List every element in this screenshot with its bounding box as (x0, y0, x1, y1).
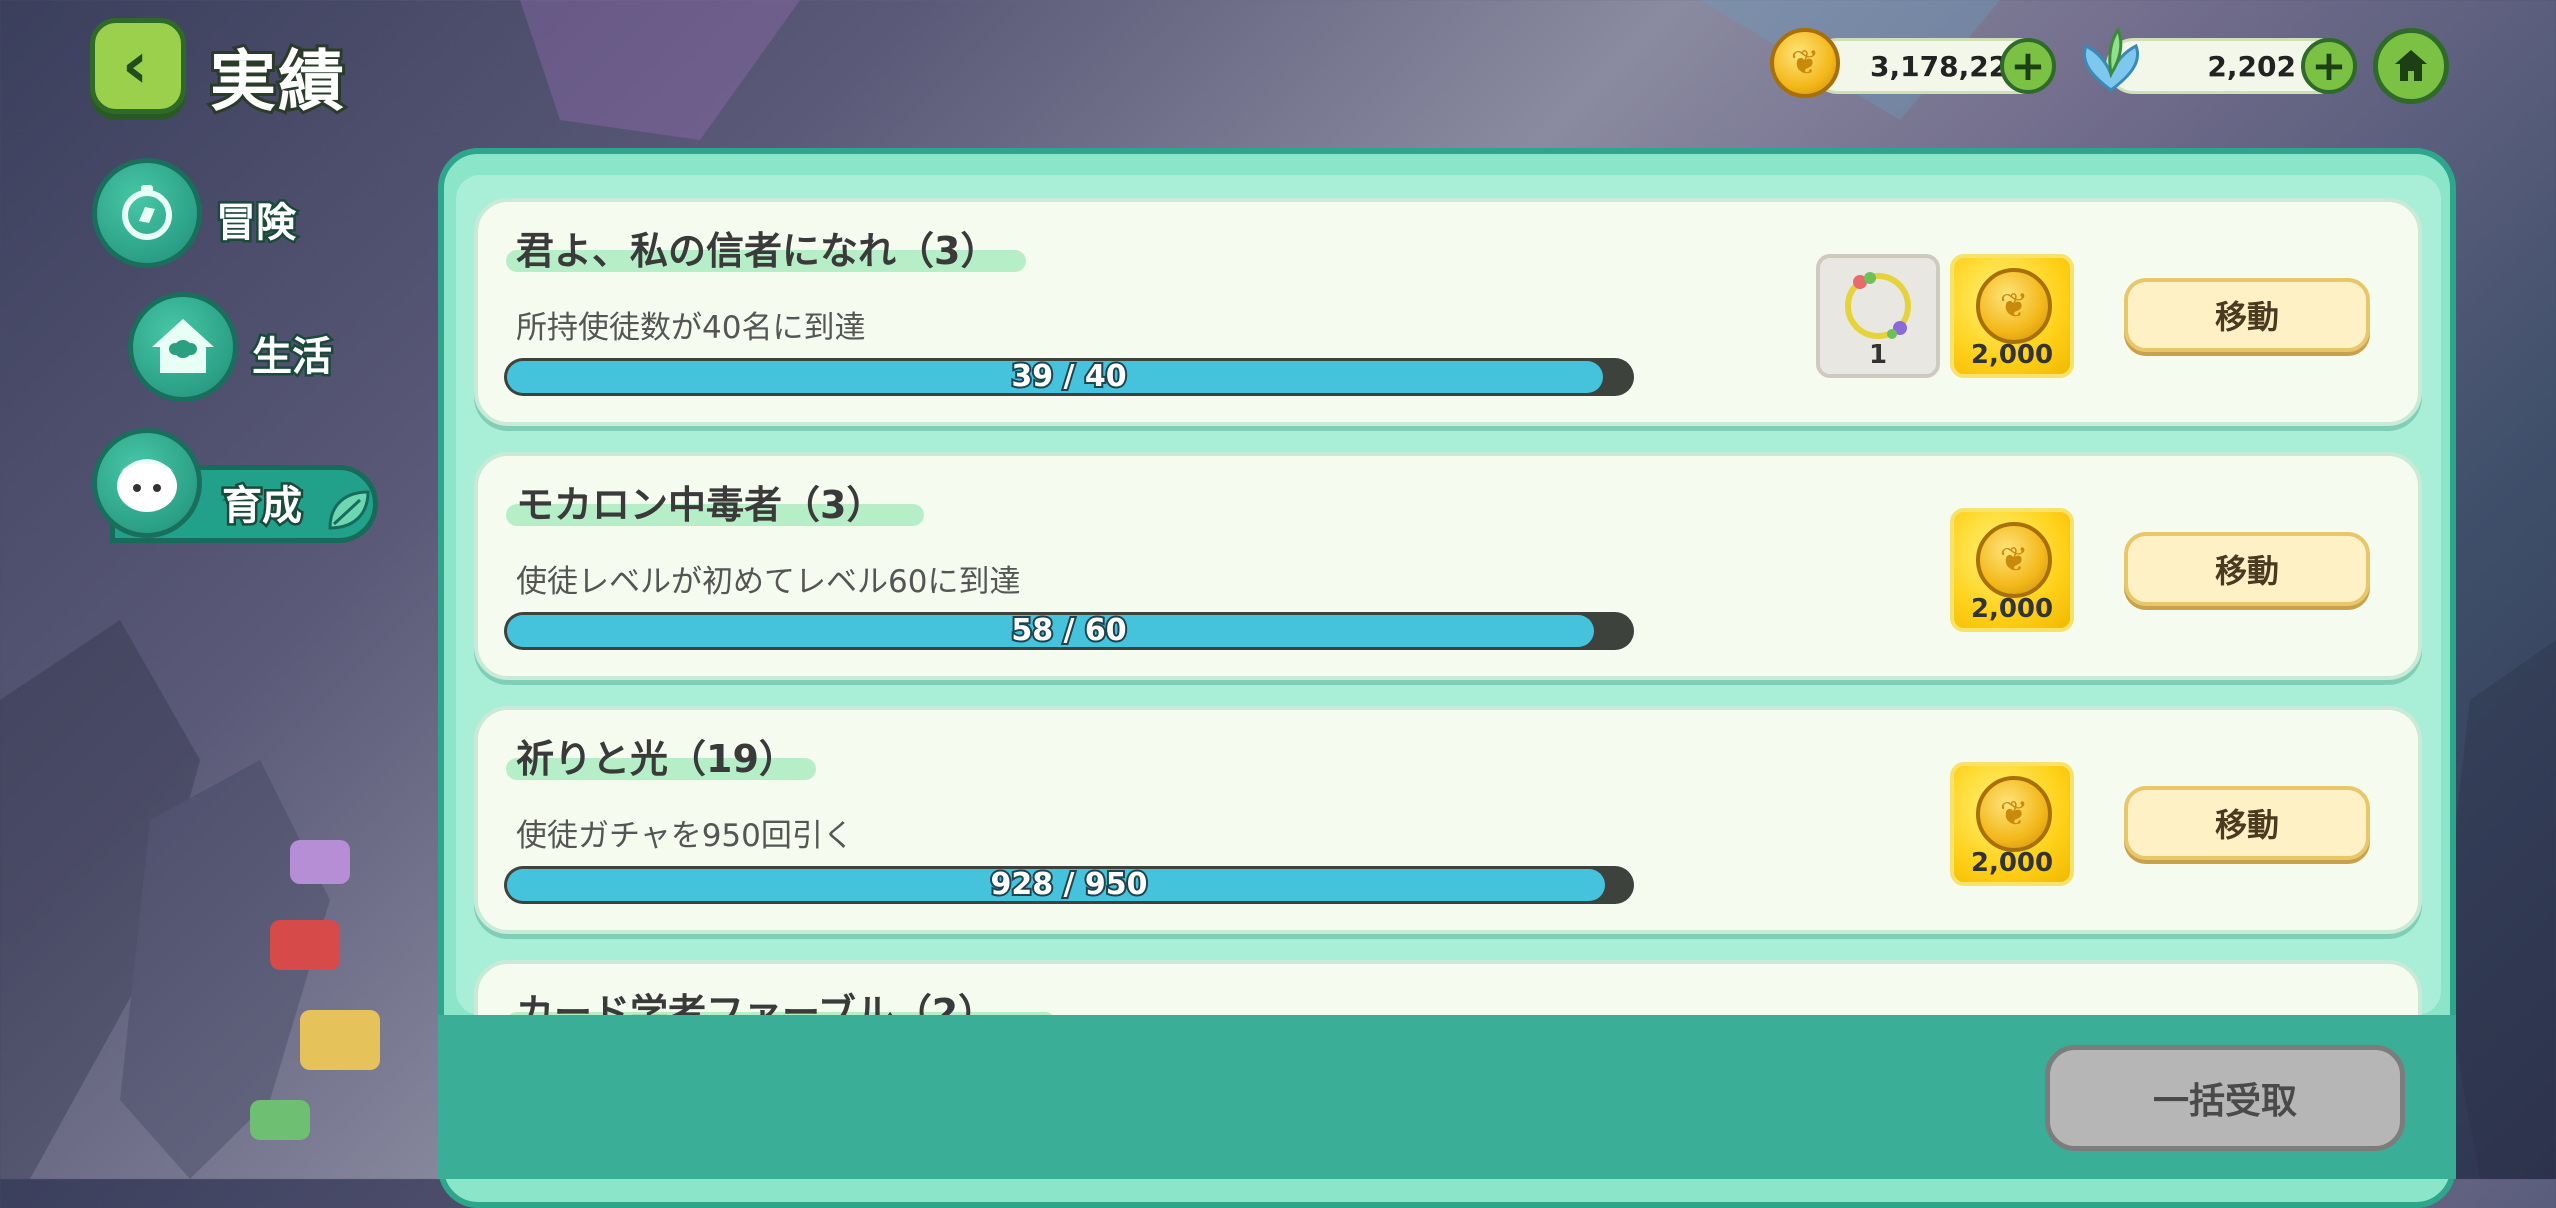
achievement-description: 使徒ガチャを950回引く (516, 818, 854, 854)
sidebar-item-label: 生活 (250, 332, 335, 383)
achievement-title: 祈りと光（19） (516, 737, 797, 781)
achievement-description: 所持使徒数が40名に到達 (516, 310, 866, 346)
yellow-gem-decoration (300, 1010, 380, 1070)
reward-item[interactable]: ❦ 2,000 (1950, 762, 2074, 886)
achievement-card: 君よ、私の信者になれ（3） 所持使徒数が40名に到達 39 / 40 1 ❦ 2… (474, 198, 2422, 426)
reward-count: 2,000 (1970, 340, 2054, 370)
achievement-title: 君よ、私の信者になれ（3） (516, 229, 999, 273)
progress-text: 58 / 60 (1009, 612, 1128, 650)
progress-text: 39 / 40 (1009, 358, 1128, 396)
sidebar-item-label: 育成 (220, 481, 305, 532)
chevron-left-icon: ‹ (121, 29, 149, 103)
add-coins-button[interactable]: + (2000, 38, 2056, 94)
sidebar-item-adventure[interactable]: 冒険 (92, 158, 332, 270)
sidebar-item-training[interactable]: 育成 (92, 428, 382, 548)
reward-count: 2,000 (1970, 594, 2054, 624)
leaf-coin-icon: ❦ (1976, 522, 2052, 598)
achievement-card: 祈りと光（19） 使徒ガチャを950回引く 928 / 950 ❦ 2,000 … (474, 706, 2422, 934)
reward-item[interactable]: 1 (1816, 254, 1940, 378)
house-clover-icon (128, 292, 238, 402)
page-title: 実績 (207, 40, 347, 123)
bulk-claim-button[interactable]: 一括受取 (2045, 1045, 2405, 1151)
add-gems-button[interactable]: + (2301, 38, 2357, 94)
achievement-description: 使徒レベルが初めてレベル60に到達 (516, 564, 1021, 600)
move-button[interactable]: 移動 (2124, 532, 2370, 606)
reward-item[interactable]: ❦ 2,000 (1950, 508, 2074, 632)
progress-bar: 58 / 60 (504, 612, 1634, 650)
achievement-title: カード学者ファーブル（2） (516, 991, 997, 1015)
progress-bar: 928 / 950 (504, 866, 1634, 904)
home-icon (2395, 50, 2427, 81)
leaf-gem-icon (2083, 26, 2139, 92)
red-gem-decoration (270, 920, 340, 970)
green-gem-decoration (250, 1100, 310, 1140)
gem-currency: 2,202 + (2076, 26, 2366, 96)
purple-gem-decoration (290, 840, 350, 884)
reward-count: 2,000 (1970, 848, 2054, 878)
gem-amount: 2,202 (2207, 50, 2296, 83)
progress-text: 928 / 950 (988, 866, 1149, 904)
achievement-title: モカロン中毒者（3） (516, 483, 885, 527)
coin-currency: ❦ 3,178,228 + (1770, 28, 2060, 98)
achievement-card: カード学者ファーブル（2） (474, 960, 2422, 1015)
compass-icon (92, 158, 202, 268)
reward-item[interactable]: ❦ 2,000 (1950, 254, 2074, 378)
move-button[interactable]: 移動 (2124, 278, 2370, 352)
progress-bar: 39 / 40 (504, 358, 1634, 396)
leaf-coin-icon: ❦ (1976, 268, 2052, 344)
character-face-icon (92, 428, 202, 538)
coin-amount: 3,178,228 (1870, 50, 2028, 83)
achievement-card: モカロン中毒者（3） 使徒レベルが初めてレベル60に到達 58 / 60 ❦ 2… (474, 452, 2422, 680)
leaf-coin-icon: ❦ (1976, 776, 2052, 852)
leaf-coin-icon: ❦ (1770, 28, 1840, 98)
sidebar-item-life[interactable]: 生活 (128, 292, 368, 404)
back-button[interactable]: ‹ (90, 18, 186, 114)
list-clip: カード学者ファーブル（2） (456, 950, 2441, 1015)
move-button[interactable]: 移動 (2124, 786, 2370, 860)
leaf-icon (328, 490, 370, 530)
sidebar-item-label: 冒険 (214, 198, 299, 249)
home-button[interactable] (2373, 28, 2449, 104)
reward-count: 1 (1868, 340, 1888, 370)
